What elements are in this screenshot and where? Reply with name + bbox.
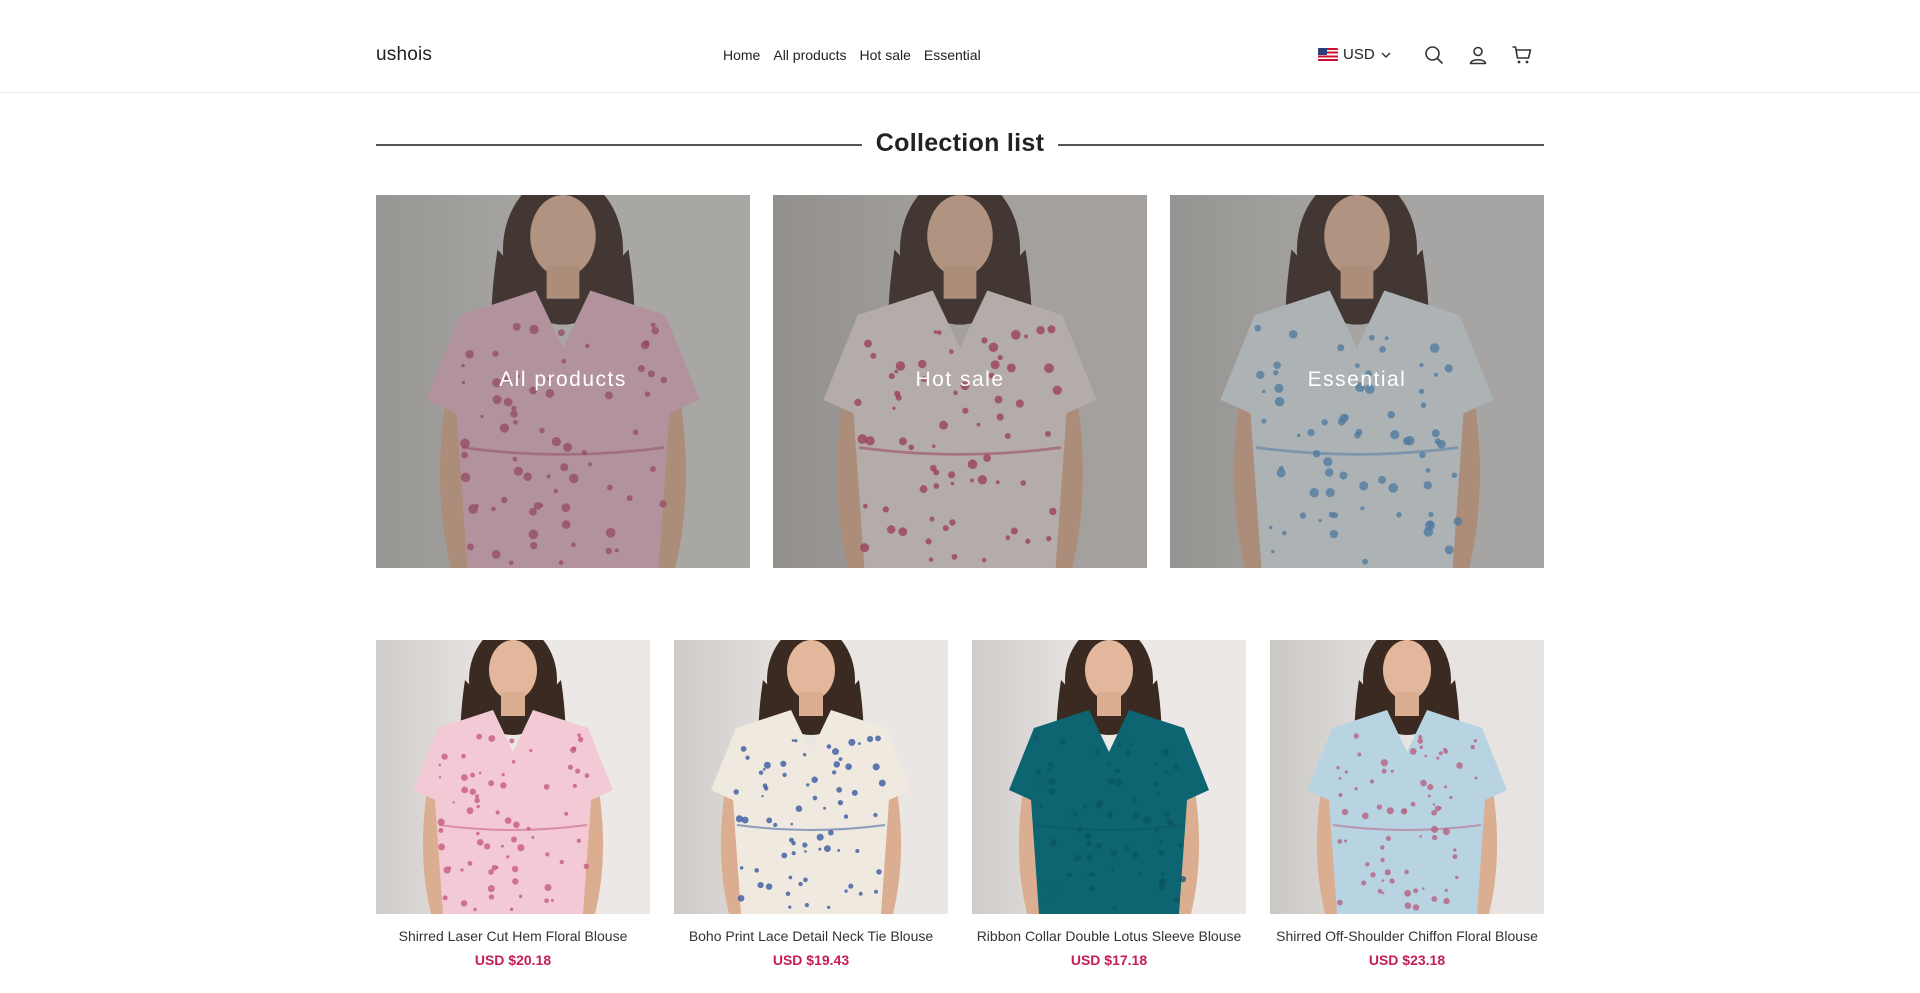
nav-item-home[interactable]: Home [723,47,760,63]
product-title[interactable]: Boho Print Lace Detail Neck Tie Blouse [674,926,948,946]
product-price: USD $20.18 [474,952,552,968]
collection-label: All products [499,368,627,391]
collection-card-essential[interactable]: Essential [1170,195,1544,568]
product-title[interactable]: Shirred Off-Shoulder Chiffon Floral Blou… [1270,926,1544,946]
account-icon[interactable] [1467,44,1489,66]
product-card[interactable]: Shirred Off-Shoulder Chiffon Floral Blou… [1270,640,1544,968]
search-icon[interactable] [1423,44,1445,66]
product-image[interactable] [674,640,948,914]
nav-item-hot-sale[interactable]: Hot sale [860,47,911,63]
product-image[interactable] [972,640,1246,914]
collection-heading: Collection list [376,127,1544,163]
currency-label: USD [1343,46,1375,63]
flag-us-icon [1318,48,1338,61]
product-price: USD $19.43 [772,952,850,968]
nav-item-all-products[interactable]: All products [773,47,846,63]
main-nav: Home All products Hot sale Essential [723,47,994,63]
product-card[interactable]: Ribbon Collar Double Lotus Sleeve Blouse… [972,640,1246,968]
currency-selector[interactable]: USD [1318,46,1392,63]
store-logo[interactable]: ushois [376,44,432,66]
product-card[interactable]: Boho Print Lace Detail Neck Tie Blouse U… [674,640,948,968]
nav-item-essential[interactable]: Essential [924,47,981,63]
collection-card-all-products[interactable]: All products [376,195,750,568]
chevron-down-icon [1381,52,1391,58]
cart-icon[interactable] [1511,44,1533,66]
collection-label: Hot sale [915,368,1005,391]
product-card[interactable]: Shirred Laser Cut Hem Floral Blouse USD … [376,640,650,968]
product-image[interactable] [1270,640,1544,914]
product-title[interactable]: Shirred Laser Cut Hem Floral Blouse [376,926,650,946]
product-price: USD $17.18 [1070,952,1148,968]
collection-card-hot-sale[interactable]: Hot sale [773,195,1147,568]
collection-label: Essential [1307,368,1407,391]
heading-divider-right [1058,144,1544,146]
product-image[interactable] [376,640,650,914]
product-title[interactable]: Ribbon Collar Double Lotus Sleeve Blouse [972,926,1246,946]
product-price: USD $23.18 [1368,952,1446,968]
site-header: ushois Home All products Hot sale Essent… [0,0,1920,93]
